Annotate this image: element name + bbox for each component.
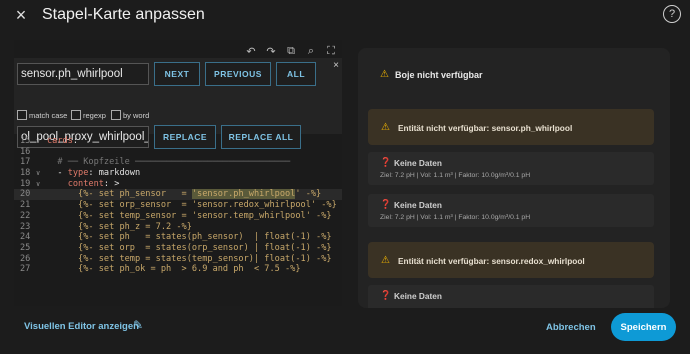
close-search-icon[interactable]: × bbox=[333, 60, 339, 71]
card-subtitle: Ziel: 7.2 pH | Vol: 1.1 m³ | Faktor: 10.… bbox=[380, 214, 531, 221]
code-line[interactable]: 26 {%- set temp = states(temp_sensor)| f… bbox=[14, 254, 342, 265]
fullscreen-icon[interactable]: ⛶ bbox=[324, 44, 338, 58]
card-subtitle: Ziel: 7.2 pH | Vol: 1.1 m³ | Faktor: 10.… bbox=[380, 172, 531, 179]
code-line[interactable]: 19 ∨ content: > bbox=[14, 179, 342, 190]
question-icon: ❓ bbox=[380, 157, 392, 167]
redo-icon[interactable]: ↷ bbox=[264, 44, 278, 58]
card-title: Keine Daten bbox=[394, 200, 442, 210]
find-input[interactable]: sensor.ph_whirlpool bbox=[17, 63, 149, 85]
visual-editor-button[interactable]: Visuellen Editor anzeigen bbox=[24, 321, 139, 332]
code-text: {%- set ph_z = 7.2 -%} bbox=[78, 221, 192, 232]
code-line[interactable]: 15 ∨ cards: bbox=[14, 136, 342, 147]
warning-card: ⚠ Entität nicht verfügbar: sensor.redox_… bbox=[368, 242, 654, 278]
dialog-header: × Stapel-Karte anpassen ? bbox=[0, 0, 690, 30]
warning-text: Entität nicht verfügbar: sensor.redox_wh… bbox=[398, 256, 585, 266]
close-icon[interactable]: × bbox=[10, 4, 32, 26]
warning-card: ⚠ Entität nicht verfügbar: sensor.ph_whi… bbox=[368, 109, 654, 145]
card-title: Keine Daten bbox=[394, 291, 442, 301]
cancel-button[interactable]: Abbrechen bbox=[546, 322, 596, 333]
code-text: {%- set ph = states(ph_sensor) | float(-… bbox=[78, 232, 332, 243]
search-icon[interactable]: ⌕ bbox=[304, 44, 318, 58]
code-line[interactable]: 21 {%- set orp_sensor = 'sensor.redox_wh… bbox=[14, 200, 342, 211]
undo-icon[interactable]: ↶ bbox=[244, 44, 258, 58]
code-text: - type: markdown bbox=[47, 168, 141, 179]
data-card: ❓ Keine Daten Ziel: 7.2 pH | Vol: 1.1 m³… bbox=[368, 194, 654, 227]
regexp-checkbox[interactable]: regexp bbox=[71, 110, 106, 120]
code-editor[interactable]: ↶ ↷ ⧉ ⌕ ⛶ sensor.ph_whirlpool NEXT PREVI… bbox=[14, 40, 342, 306]
code-text: {%- set ph_sensor = 'sensor.ph_whirlpool… bbox=[78, 189, 322, 200]
copy-icon[interactable]: ⧉ bbox=[284, 44, 298, 58]
code-line[interactable]: 16 bbox=[14, 147, 342, 158]
data-card: ❓ Keine Daten Ziel: 7.2 pH | Vol: 1.1 m³… bbox=[368, 152, 654, 185]
code-line[interactable]: 20 {%- set ph_sensor = 'sensor.ph_whirlp… bbox=[14, 189, 342, 201]
code-text: {%- set orp = states(orp_sensor) | float… bbox=[78, 242, 332, 253]
code-line[interactable]: 23 {%- set ph_z = 7.2 -%} bbox=[14, 222, 342, 233]
dialog-title: Stapel-Karte anpassen bbox=[42, 6, 205, 23]
code-line[interactable]: 27 {%- set ph_ok = ph > 6.9 and ph < 7.5… bbox=[14, 264, 342, 275]
help-icon[interactable]: ? bbox=[663, 5, 681, 23]
by-word-checkbox[interactable]: by word bbox=[111, 110, 149, 120]
code-lines[interactable]: 15 ∨ cards: 16 17 # ── Kopfzeile ───────────… bbox=[14, 136, 342, 275]
warning-icon: ⚠ bbox=[380, 69, 389, 80]
data-card: ❓ Keine Daten bbox=[368, 285, 654, 308]
question-icon: ❓ bbox=[380, 290, 392, 300]
line-number: 16 bbox=[20, 146, 31, 157]
code-line[interactable]: 17 # ── Kopfzeile ──────────────────────… bbox=[14, 157, 342, 168]
search-panel: sensor.ph_whirlpool NEXT PREVIOUS ALL × … bbox=[14, 58, 342, 149]
preview-header: ⚠ Boje nicht verfügbar bbox=[358, 48, 670, 100]
code-text: # ── Kopfzeile ─────────────────────────… bbox=[57, 157, 291, 168]
code-text: {%- set temp = states(temp_sensor)| floa… bbox=[78, 253, 332, 264]
warning-icon: ⚠ bbox=[381, 122, 390, 133]
save-button[interactable]: Speichern bbox=[611, 313, 676, 341]
warning-text: Entität nicht verfügbar: sensor.ph_whirl… bbox=[398, 123, 573, 133]
code-line[interactable]: 22 {%- set temp_sensor = 'sensor.temp_wh… bbox=[14, 211, 342, 222]
next-button[interactable]: NEXT bbox=[154, 62, 200, 86]
dialog-footer: Visuellen Editor anzeigen ✎ Abbrechen Sp… bbox=[0, 310, 690, 354]
card-title: Keine Daten bbox=[394, 158, 442, 168]
match-case-label: match case bbox=[29, 110, 68, 120]
preview-header-text: Boje nicht verfügbar bbox=[395, 70, 483, 80]
code-text: cards: bbox=[47, 136, 79, 146]
regexp-label: regexp bbox=[83, 110, 106, 120]
code-text: {%- set ph_ok = ph > 6.9 and ph < 7.5 -%… bbox=[78, 264, 301, 275]
all-button[interactable]: ALL bbox=[276, 62, 316, 86]
code-line[interactable]: 25 {%- set orp = states(orp_sensor) | fl… bbox=[14, 243, 342, 254]
previous-button[interactable]: PREVIOUS bbox=[205, 62, 271, 86]
code-text: {%- set orp_sensor = 'sensor.redox_whirl… bbox=[78, 200, 337, 211]
code-line[interactable]: 18 ∨ - type: markdown bbox=[14, 168, 342, 179]
fold-chevron-icon[interactable]: ∨ bbox=[36, 179, 40, 190]
match-case-checkbox[interactable]: match case bbox=[17, 110, 67, 120]
fold-chevron-icon[interactable]: ∨ bbox=[36, 168, 40, 179]
code-line[interactable]: 24 {%- set ph = states(ph_sensor) | floa… bbox=[14, 232, 342, 243]
code-text: {%- set temp_sensor = 'sensor.temp_whirl… bbox=[78, 210, 332, 221]
fold-chevron-icon[interactable]: ∨ bbox=[36, 136, 40, 147]
warning-icon: ⚠ bbox=[381, 255, 390, 266]
by-word-label: by word bbox=[123, 110, 150, 120]
card-preview: ⚠ Boje nicht verfügbar ⚠ Entität nicht v… bbox=[358, 48, 670, 308]
question-icon: ❓ bbox=[380, 199, 392, 209]
pencil-icon[interactable]: ✎ bbox=[133, 318, 143, 332]
code-text: content: > bbox=[67, 178, 120, 189]
